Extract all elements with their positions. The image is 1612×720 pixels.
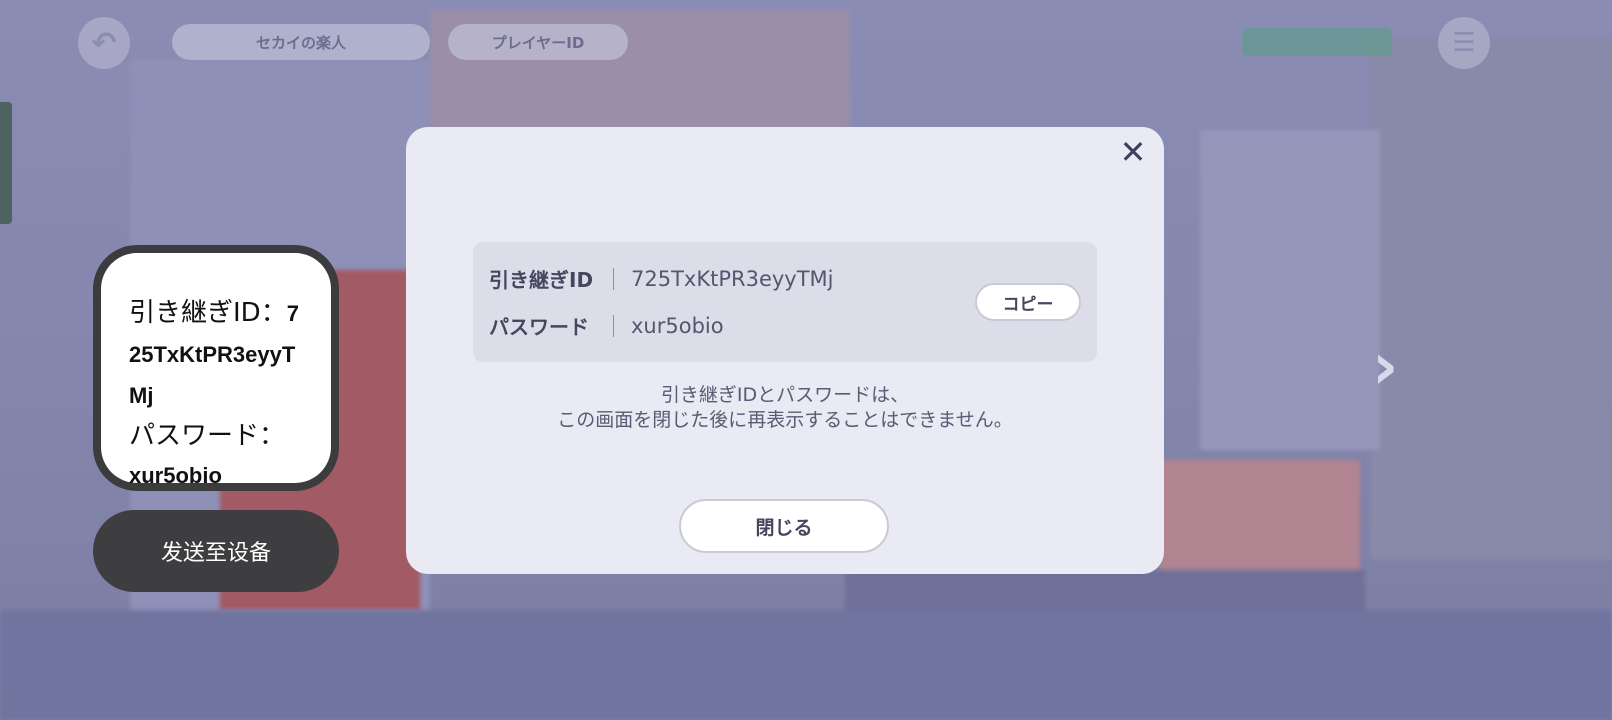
overlay-id-line: 引き継ぎID：725TxKtPR3eyyTMj — [129, 293, 311, 416]
tab-sekai-label: セカイの楽人 — [255, 33, 346, 52]
status-badge — [1242, 28, 1392, 56]
send-to-device-label: 发送至设备 — [160, 541, 271, 566]
overlay-password-label: パスワード： — [129, 421, 286, 451]
background-building — [1370, 40, 1612, 560]
notice-text: 引き継ぎIDとパスワードは、 この画面を閉じた後に再表示することはできません。 — [406, 383, 1164, 433]
overlay-password-value: xur5obio — [129, 463, 222, 488]
overlay-id-label: 引き継ぎID： — [129, 298, 287, 328]
password-label: パスワード — [489, 315, 589, 339]
close-button[interactable]: 閉じる — [679, 499, 889, 553]
back-arrow-icon[interactable]: ↶ — [78, 17, 130, 69]
divider — [613, 267, 614, 290]
divider — [613, 314, 614, 337]
tab-player-id-label: プレイヤーID — [491, 33, 585, 52]
notice-line-1: 引き継ぎIDとパスワードは、 — [660, 384, 910, 406]
password-row: パスワード xur5obio — [489, 311, 724, 340]
side-tab-handle[interactable] — [0, 102, 12, 224]
send-to-device-button[interactable]: 发送至设备 — [93, 510, 339, 592]
credential-overlay-card: 引き継ぎID：725TxKtPR3eyyTMj パスワード： xur5obio — [93, 245, 339, 491]
notice-line-2: この画面を閉じた後に再表示することはできません。 — [557, 409, 1013, 431]
close-button-label: 閉じる — [755, 516, 813, 539]
copy-button[interactable]: コピー — [975, 283, 1081, 321]
copy-button-label: コピー — [1002, 294, 1054, 315]
menu-icon[interactable]: ☰ — [1438, 17, 1490, 69]
credential-overlay-body: 引き継ぎID：725TxKtPR3eyyTMj パスワード： xur5obio — [101, 253, 331, 488]
close-icon[interactable]: ✕ — [1116, 135, 1150, 169]
tab-player-id[interactable]: プレイヤーID — [448, 24, 628, 60]
password-value: xur5obio — [631, 313, 724, 338]
transfer-id-label: 引き継ぎID — [489, 268, 594, 292]
background-building — [1200, 130, 1380, 450]
chevron-right-icon: › — [1372, 330, 1399, 404]
background-banner-strip — [845, 570, 1365, 615]
tab-sekai[interactable]: セカイの楽人 — [172, 24, 430, 60]
transfer-id-value: 725TxKtPR3eyyTMj — [631, 266, 834, 291]
transfer-credentials-dialog: ✕ 引き継ぎID 725TxKtPR3eyyTMj パスワード xur5obio… — [406, 127, 1164, 574]
background-ground — [0, 610, 1612, 720]
credentials-box: 引き継ぎID 725TxKtPR3eyyTMj パスワード xur5obio コ… — [473, 242, 1097, 362]
transfer-id-row: 引き継ぎID 725TxKtPR3eyyTMj — [489, 264, 834, 293]
